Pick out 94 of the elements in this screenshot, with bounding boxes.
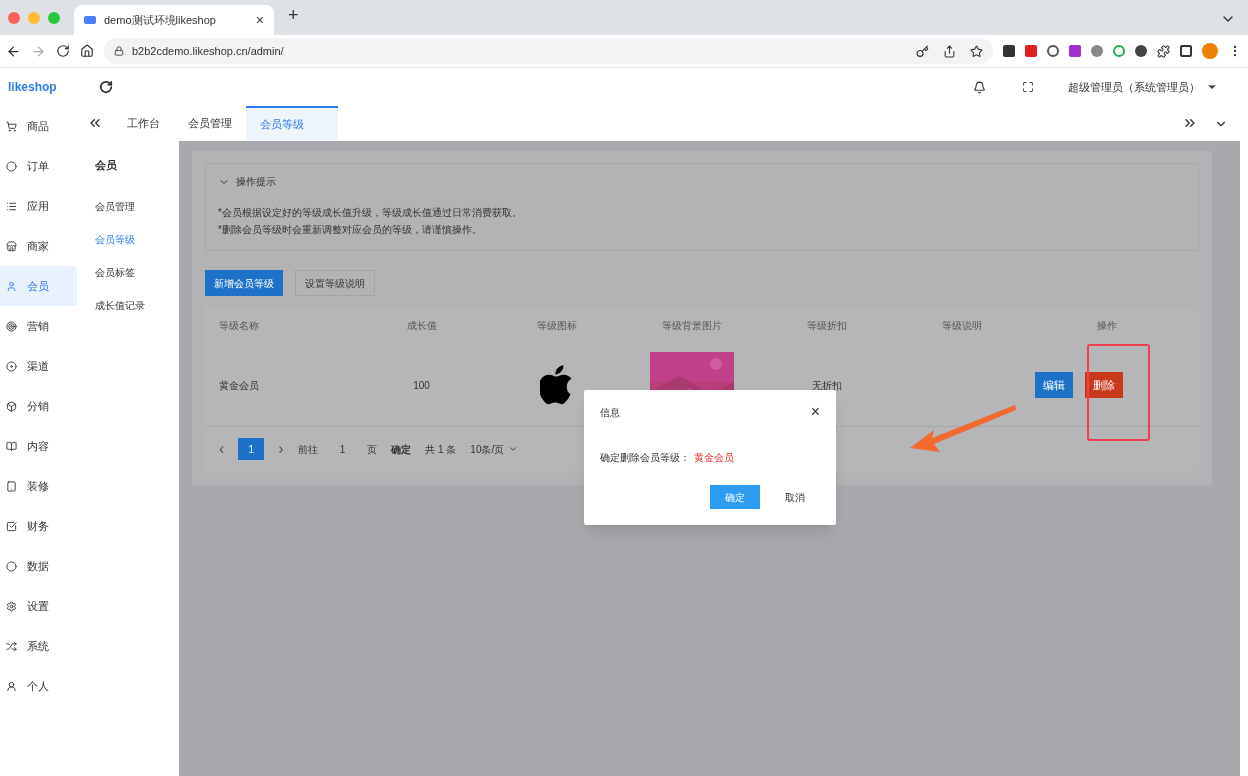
column-header: 操作	[1096, 318, 1118, 333]
bookmark-icon[interactable]	[970, 44, 983, 58]
sidebar-item[interactable]: 设置	[0, 586, 77, 626]
sidebar-item[interactable]: 数据	[0, 546, 77, 586]
tip-text: *会员根据设定好的等级成长值升级，等级成长值通过日常消费获取。	[218, 206, 523, 220]
edit-button[interactable]: 编辑	[1035, 372, 1073, 398]
browser-tab[interactable]: demo测试环境likeshop ×	[74, 5, 274, 35]
table-cell-text: 100	[412, 378, 431, 393]
address-bar[interactable]: b2b2cdemo.likeshop.cn/admin/	[104, 38, 993, 64]
page-tab[interactable]: 工作台	[113, 106, 174, 141]
sidebar-item[interactable]: 装修	[0, 466, 77, 506]
sidebar-toggle-icon[interactable]	[1180, 45, 1192, 57]
dropdown-icon	[508, 444, 519, 454]
favicon-icon	[84, 16, 96, 24]
submenu-item[interactable]: 成长值记录	[95, 288, 179, 322]
menu-item-icon	[6, 480, 17, 492]
menu-item-icon	[6, 200, 17, 212]
menu-item-icon	[6, 680, 17, 692]
sidebar-item[interactable]: 商品	[0, 106, 77, 146]
sidebar-item[interactable]: 会员	[0, 266, 77, 306]
share-icon[interactable]	[943, 44, 956, 58]
column-header: 等级图标	[535, 318, 578, 333]
menu-item-icon	[6, 520, 17, 532]
sidebar-item[interactable]: 商家	[0, 226, 77, 266]
goto-label: 前往	[297, 442, 318, 457]
lock-icon	[114, 46, 124, 56]
submenu-item[interactable]: 会员管理	[95, 189, 179, 223]
refresh-icon[interactable]	[99, 80, 113, 94]
apple-icon	[539, 365, 574, 405]
page-tab[interactable]: 会员管理	[174, 106, 246, 141]
add-level-button[interactable]: 新增会员等级	[205, 270, 283, 296]
user-name[interactable]: 超级管理员（系统管理员）	[1068, 78, 1200, 96]
sidebar-item[interactable]: 渠道	[0, 346, 77, 386]
menu-item-icon	[6, 320, 17, 332]
menu-item-icon	[6, 360, 17, 372]
sidebar-item[interactable]: 订单	[0, 146, 77, 186]
menu-item-icon	[6, 400, 17, 412]
tips-title[interactable]: 操作提示	[236, 174, 276, 189]
page-number-button[interactable]: 1	[238, 438, 265, 460]
sidebar-item[interactable]: 个人	[0, 666, 77, 706]
logo: likeshop	[8, 79, 57, 96]
profile-avatar[interactable]	[1202, 43, 1218, 59]
column-header: 等级说明	[940, 318, 983, 333]
menu-item-icon	[6, 600, 17, 612]
home-icon[interactable]	[80, 44, 94, 58]
menu-item-icon	[6, 160, 17, 172]
key-icon[interactable]	[916, 44, 929, 58]
back-icon[interactable]	[6, 43, 21, 59]
next-page-button[interactable]: ›	[278, 437, 284, 461]
extensions-icon[interactable]	[1157, 44, 1170, 58]
column-header: 等级名称	[219, 318, 260, 333]
column-header: 等级折扣	[805, 318, 848, 333]
fullscreen-icon[interactable]	[1022, 81, 1034, 93]
sidebar-item[interactable]: 内容	[0, 426, 77, 466]
new-tab-button[interactable]: +	[288, 2, 299, 29]
menu-item-icon	[6, 240, 17, 252]
goto-confirm-button[interactable]: 确定	[391, 441, 412, 457]
level-info-button[interactable]: 设置等级说明	[295, 270, 375, 296]
sidebar-item[interactable]: 财务	[0, 506, 77, 546]
menu-item-icon	[6, 440, 17, 452]
menu-item-icon	[6, 640, 17, 652]
submenu-item[interactable]: 会员标签	[95, 255, 179, 289]
sidebar-item[interactable]: 应用	[0, 186, 77, 226]
menu-item-icon	[6, 280, 17, 292]
previous-page-button[interactable]: ‹	[219, 437, 225, 461]
dialog-message: 确定删除会员等级： 黄金会员	[600, 451, 735, 465]
page-size-select[interactable]: 10条/页	[470, 441, 519, 457]
submenu-item[interactable]: 会员等级	[95, 222, 179, 256]
delete-button[interactable]: 删除	[1085, 372, 1123, 398]
extension-icon[interactable]	[1047, 45, 1059, 57]
close-button[interactable]: ×	[810, 404, 820, 420]
sidebar-item[interactable]: 分销	[0, 386, 77, 426]
page-unit-label: 页	[367, 442, 378, 457]
tab-title: demo测试环境likeshop	[104, 12, 217, 28]
table-cell-text: 无折扣	[810, 378, 843, 393]
menu-item-icon	[6, 560, 17, 572]
page-input-field[interactable]: 1	[331, 441, 354, 457]
column-header: 等级背景图片	[660, 318, 723, 333]
column-header: 成长值	[405, 318, 438, 333]
table-cell-text: 黄金会员	[219, 378, 260, 393]
menu-item-icon	[6, 120, 17, 132]
tab-close-button[interactable]: ×	[255, 9, 264, 31]
sidebar-item[interactable]: 系统	[0, 626, 77, 666]
page-tab[interactable]: 会员等级	[246, 106, 338, 141]
extension-icon[interactable]	[1003, 45, 1015, 57]
sidebar-item[interactable]: 营销	[0, 306, 77, 346]
tip-text: *删除会员等级时会重新调整对应会员的等级，请谨慎操作。	[218, 223, 483, 237]
submenu-title: 会员	[95, 158, 118, 173]
extension-icon[interactable]	[1135, 45, 1147, 57]
cancel-button[interactable]: 取消	[770, 485, 820, 509]
dialog-title: 信息	[600, 405, 620, 420]
total-count: 共 1 条	[425, 442, 457, 457]
notification-icon[interactable]	[973, 80, 986, 94]
reload-icon[interactable]	[56, 44, 70, 58]
